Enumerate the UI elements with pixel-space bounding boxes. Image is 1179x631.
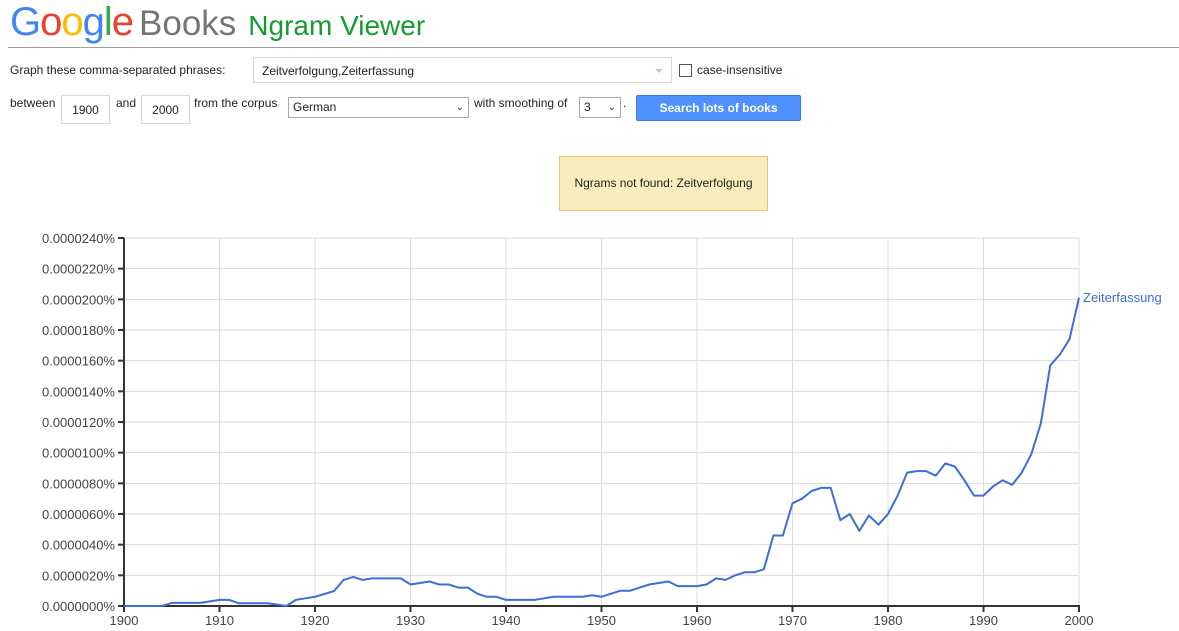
phrases-input-value: Zeitverfolgung,Zeiterfassung: [262, 64, 415, 78]
y-tick-label: 0.0000000%: [42, 599, 115, 614]
y-tick-label: 0.0000200%: [42, 292, 115, 307]
phrases-label: Graph these comma-separated phrases:: [10, 63, 226, 77]
and-label: and: [116, 96, 137, 110]
chevron-down-icon: ⌄: [455, 102, 464, 113]
x-tick-label: 1940: [492, 613, 521, 628]
header-divider: [8, 47, 1179, 48]
phrases-input[interactable]: Zeitverfolgung,Zeiterfassung: [253, 57, 672, 83]
smoothing-label: with smoothing of: [474, 96, 568, 110]
corpus-select-value: German: [293, 100, 337, 114]
y-axis-labels: 0.0000000% 0.0000020% 0.0000040% 0.0000060%…: [42, 231, 115, 614]
logo-letter: o: [61, 0, 83, 44]
case-insensitive-label: case-insensitive: [697, 63, 783, 77]
y-tick-label: 0.0000020%: [42, 568, 115, 583]
logo-letter: o: [40, 0, 62, 44]
google-books-logo[interactable]: Google Books Ngram Viewer: [10, 0, 425, 46]
y-tick-label: 0.0000220%: [42, 262, 115, 277]
logo-letter: e: [111, 0, 134, 44]
corpus-select[interactable]: German ⌄: [288, 97, 469, 118]
x-axis-labels: 1900 1910 1920 1930 1940 1950 1960 1970 1980 1990…: [110, 613, 1094, 628]
logo-letter: g: [82, 0, 105, 44]
x-tick-label: 2000: [1065, 613, 1094, 628]
case-insensitive-option[interactable]: case-insensitive: [679, 63, 782, 77]
search-button[interactable]: Search lots of books: [636, 95, 801, 121]
books-wordmark: Books: [139, 4, 237, 43]
x-tick-label: 1910: [205, 613, 234, 628]
start-year-input[interactable]: 1900: [61, 95, 110, 124]
y-tick-label: 0.0000120%: [42, 415, 115, 430]
notice-text: Ngrams not found: Zeitverfolgung: [574, 176, 753, 190]
chart-grid: [123, 237, 1080, 607]
y-tick-label: 0.0000160%: [42, 354, 115, 369]
y-tick-label: 0.0000040%: [42, 538, 115, 553]
chevron-down-icon: ⌄: [607, 102, 616, 113]
end-year-input[interactable]: 2000: [141, 95, 190, 124]
x-tick-label: 1950: [587, 613, 616, 628]
case-insensitive-checkbox[interactable]: [679, 63, 692, 77]
y-tick-label: 0.0000080%: [42, 476, 115, 491]
x-tick-label: 1920: [301, 613, 330, 628]
x-tick-label: 1900: [110, 613, 139, 628]
y-tick-label: 0.0000240%: [42, 231, 115, 246]
ngram-chart: 0.0000000% 0.0000020% 0.0000040% 0.0000060%…: [42, 231, 1162, 628]
x-tick-label: 1960: [683, 613, 712, 628]
ngrams-not-found-notice: Ngrams not found: Zeitverfolgung: [559, 156, 768, 211]
x-tick-label: 1990: [969, 613, 998, 628]
between-label: between: [10, 96, 56, 110]
x-tick-label: 1980: [874, 613, 903, 628]
chart-axes: [118, 237, 1080, 612]
series-label: Zeiterfassung: [1083, 290, 1162, 305]
corpus-label: from the corpus: [194, 96, 278, 110]
x-tick-label: 1970: [778, 613, 807, 628]
period: .: [623, 96, 627, 110]
google-wordmark: Google: [10, 0, 134, 45]
y-tick-label: 0.0000100%: [42, 446, 115, 461]
dropdown-arrow-icon[interactable]: [655, 69, 663, 73]
smoothing-select[interactable]: 3 ⌄: [579, 97, 621, 118]
logo-letter: l: [103, 0, 113, 44]
chart-series: Zeiterfassung: [124, 290, 1162, 607]
y-tick-label: 0.0000140%: [42, 384, 115, 399]
smoothing-select-value: 3: [584, 100, 591, 114]
logo-letter: G: [10, 0, 41, 44]
app-title: Ngram Viewer: [248, 10, 426, 41]
x-tick-label: 1930: [396, 613, 425, 628]
y-tick-label: 0.0000180%: [42, 323, 115, 338]
y-tick-label: 0.0000060%: [42, 507, 115, 522]
